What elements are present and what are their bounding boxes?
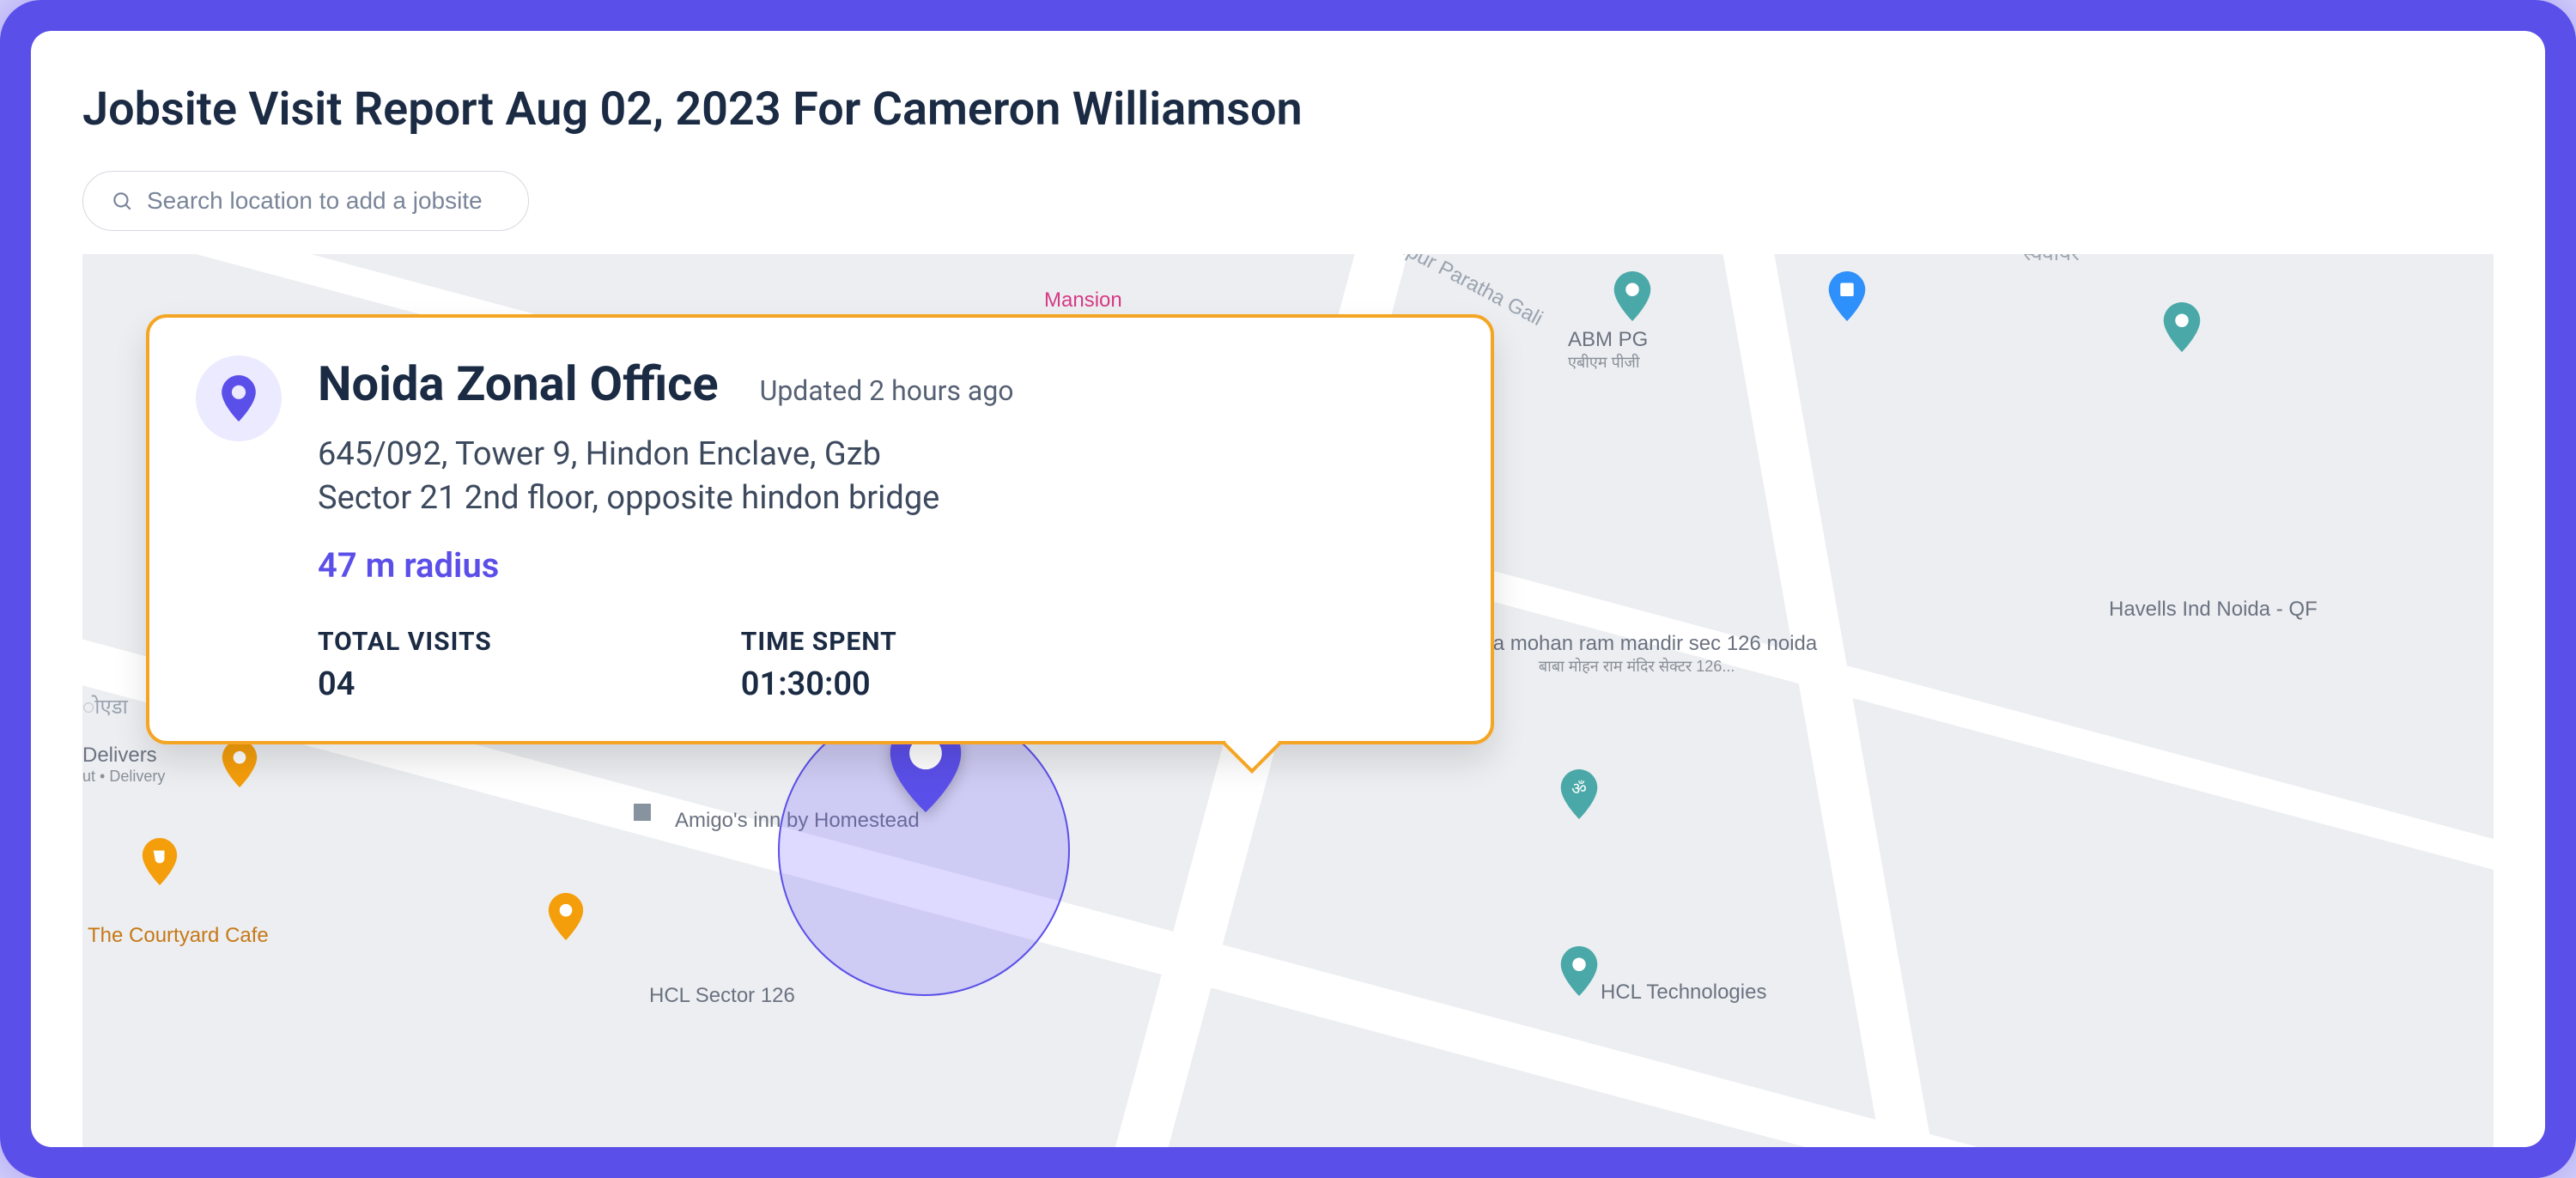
map-label-hcl: HCL Sector 126	[649, 984, 795, 1008]
map-label-baba-sub: बाबा मोहन राम मंदिर सेक्टर 126...	[1456, 656, 1817, 677]
page-title: Jobsite Visit Report Aug 02, 2023 For Ca…	[82, 82, 2494, 137]
jobsite-name: Noida Zonal Office	[318, 355, 719, 412]
map-pin-om-icon: ॐ	[1558, 769, 1601, 819]
map-label-delivers-sub: ut • Delivery	[82, 768, 165, 786]
stat-total-visits: TOTAL VISITS 04	[318, 627, 492, 703]
map-pin-food-icon	[220, 740, 259, 787]
map-label-baba-text: Baba mohan ram mandir sec 126 noida	[1456, 632, 1817, 655]
map-pin-icon	[2160, 302, 2203, 352]
map-label-hcl-right: HCL Technologies	[1601, 981, 1766, 1005]
svg-text:ॐ: ॐ	[1571, 779, 1587, 798]
total-visits-label: TOTAL VISITS	[318, 627, 492, 657]
search-input[interactable]	[147, 187, 501, 215]
map-pin-icon	[1558, 946, 1601, 996]
location-pin-icon	[196, 355, 282, 441]
map-label-havells: Havells Ind Noida - QF	[2109, 598, 2318, 622]
address-line1: 645/092, Tower 9, Hindon Enclave, Gzb	[318, 433, 1444, 477]
map-label-square: स्क्वायर	[2023, 254, 2080, 267]
address-line2: Sector 21 2nd floor, opposite hindon bri…	[318, 477, 1444, 520]
jobsite-address: 645/092, Tower 9, Hindon Enclave, Gzb Se…	[318, 433, 1444, 521]
time-spent-label: TIME SPENT	[741, 627, 897, 657]
map-label-courtyard: The Courtyard Cafe	[88, 924, 269, 948]
map-pin-food-icon	[546, 893, 586, 940]
map-pin-cafe-icon	[140, 838, 179, 885]
outer-purple-frame: Jobsite Visit Report Aug 02, 2023 For Ca…	[0, 0, 2576, 1178]
total-visits-value: 04	[318, 665, 492, 703]
map-label-abm-sub: एबीएम पीजी	[1568, 352, 1648, 373]
map-label-delivers-text: Delivers	[82, 744, 157, 767]
jobsite-popup: Noida Zonal Office Updated 2 hours ago 6…	[146, 314, 1494, 744]
map-label-abm: ABM PG एबीएम पीजी	[1568, 328, 1648, 373]
map-pin-icon	[1611, 271, 1654, 321]
map-label-baba: Baba mohan ram mandir sec 126 noida बाबा…	[1456, 632, 1817, 677]
updated-time: Updated 2 hours ago	[760, 374, 1014, 407]
map-label-noida-hi: ोएडा	[82, 692, 128, 720]
map-building-icon	[630, 800, 654, 824]
time-spent-value: 01:30:00	[741, 665, 897, 703]
search-bar[interactable]	[82, 171, 529, 231]
search-icon	[111, 190, 133, 212]
map-label-abm-text: ABM PG	[1568, 328, 1648, 351]
map-label-delivers: Delivers ut • Delivery	[82, 744, 165, 786]
map-label-mansion: Mansion	[1044, 288, 1122, 313]
stat-time-spent: TIME SPENT 01:30:00	[741, 627, 897, 703]
radius-value: 47 m radius	[318, 545, 1444, 586]
map-pin-shop-icon	[1826, 271, 1868, 321]
